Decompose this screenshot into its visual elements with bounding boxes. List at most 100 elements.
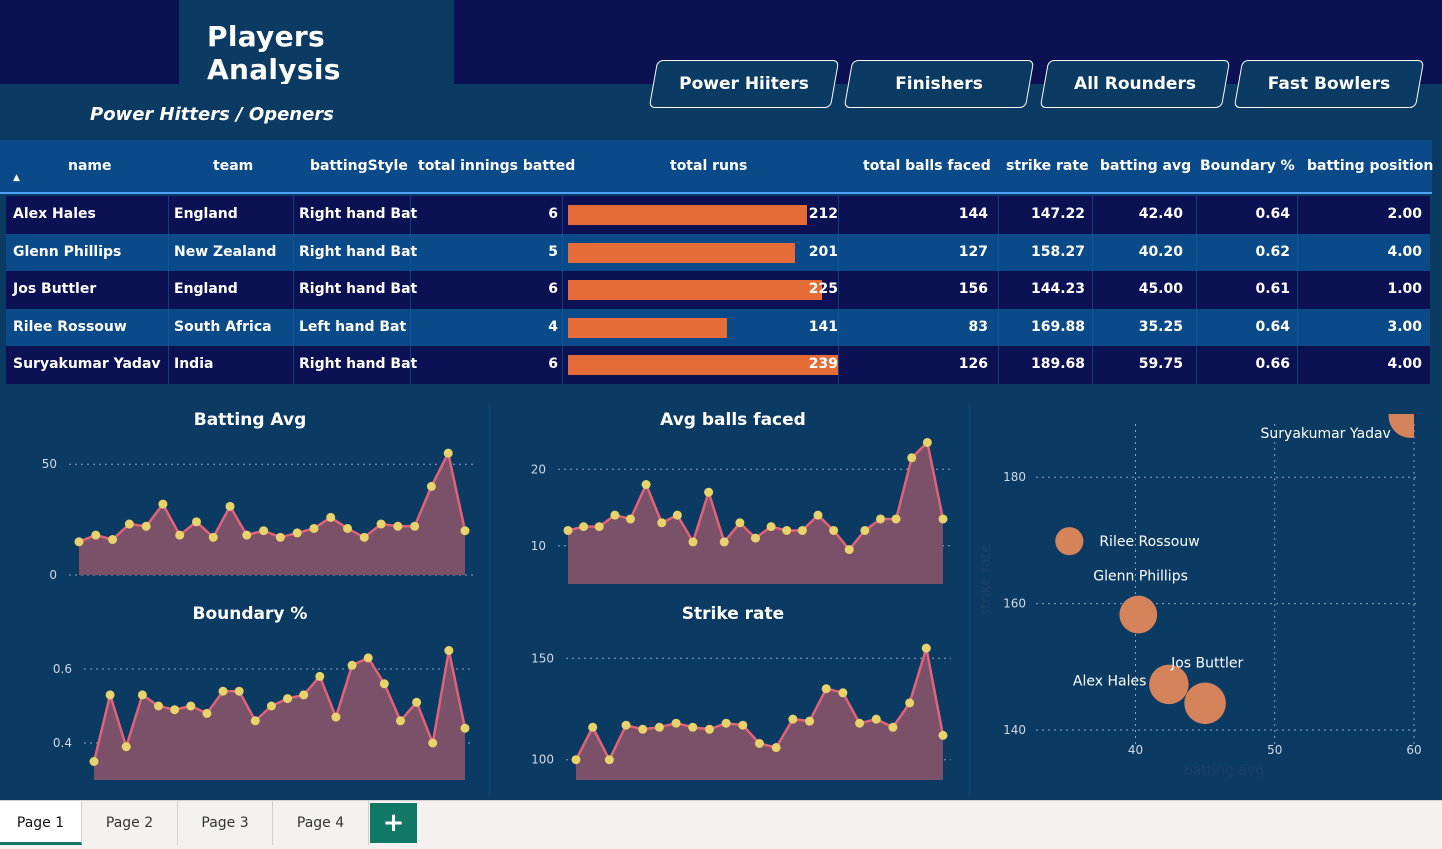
data-point[interactable] bbox=[460, 723, 470, 733]
data-point[interactable] bbox=[275, 532, 285, 542]
data-point[interactable] bbox=[331, 712, 341, 722]
tab-page-4[interactable]: Page 4 bbox=[273, 801, 369, 845]
data-point[interactable] bbox=[208, 532, 218, 542]
col-balls[interactable]: total balls faced bbox=[863, 158, 991, 174]
data-point[interactable] bbox=[844, 545, 854, 555]
col-strike-rate[interactable]: strike rate bbox=[1006, 158, 1089, 174]
tab-page-1[interactable]: Page 1 bbox=[0, 801, 82, 845]
data-point[interactable] bbox=[91, 530, 101, 540]
data-point[interactable] bbox=[186, 701, 196, 711]
add-page-button[interactable]: + bbox=[370, 803, 417, 843]
data-point[interactable] bbox=[738, 720, 748, 730]
bubble[interactable] bbox=[1388, 404, 1433, 438]
data-point[interactable] bbox=[797, 525, 807, 535]
data-point[interactable] bbox=[175, 530, 185, 540]
data-point[interactable] bbox=[460, 526, 470, 536]
data-point[interactable] bbox=[242, 530, 252, 540]
data-point[interactable] bbox=[292, 528, 302, 538]
col-innings[interactable]: total innings batted bbox=[418, 158, 575, 174]
data-point[interactable] bbox=[191, 517, 201, 527]
data-point[interactable] bbox=[266, 701, 276, 711]
data-point[interactable] bbox=[688, 537, 698, 547]
data-point[interactable] bbox=[755, 738, 764, 748]
data-point[interactable] bbox=[671, 718, 681, 728]
data-point[interactable] bbox=[938, 730, 948, 740]
data-point[interactable] bbox=[813, 510, 823, 520]
data-point[interactable] bbox=[412, 697, 422, 707]
data-point[interactable] bbox=[141, 521, 151, 531]
data-point[interactable] bbox=[821, 684, 831, 694]
data-point[interactable] bbox=[225, 501, 235, 511]
data-point[interactable] bbox=[428, 738, 438, 748]
data-point[interactable] bbox=[347, 660, 357, 670]
data-point[interactable] bbox=[234, 686, 244, 696]
data-point[interactable] bbox=[74, 537, 84, 547]
data-point[interactable] bbox=[610, 510, 620, 520]
data-point[interactable] bbox=[299, 690, 309, 700]
col-batting-avg[interactable]: batting avg bbox=[1100, 158, 1191, 174]
fast-bowlers-button[interactable]: Fast Bowlers bbox=[1233, 60, 1425, 108]
data-point[interactable] bbox=[766, 522, 776, 532]
data-point[interactable] bbox=[343, 523, 353, 533]
data-point[interactable] bbox=[563, 525, 573, 535]
data-point[interactable] bbox=[326, 512, 336, 522]
data-point[interactable] bbox=[202, 708, 212, 718]
data-point[interactable] bbox=[621, 720, 631, 730]
data-point[interactable] bbox=[641, 480, 651, 490]
data-point[interactable] bbox=[782, 525, 792, 535]
bubble[interactable] bbox=[1184, 682, 1226, 725]
data-point[interactable] bbox=[158, 499, 168, 509]
data-point[interactable] bbox=[721, 718, 731, 728]
data-point[interactable] bbox=[638, 724, 648, 734]
data-point[interactable] bbox=[376, 519, 386, 529]
data-point[interactable] bbox=[876, 514, 885, 524]
data-point[interactable] bbox=[938, 514, 948, 524]
table-row[interactable]: Suryakumar Yadav India Right hand Bat 6 126 1… bbox=[6, 346, 1430, 384]
data-point[interactable] bbox=[771, 743, 781, 753]
data-point[interactable] bbox=[888, 722, 898, 732]
sort-ascending-icon[interactable]: ▲ bbox=[13, 173, 20, 183]
data-point[interactable] bbox=[604, 755, 614, 765]
data-point[interactable] bbox=[921, 643, 931, 653]
data-point[interactable] bbox=[626, 514, 635, 524]
data-point[interactable] bbox=[121, 742, 131, 752]
data-point[interactable] bbox=[871, 714, 881, 724]
data-point[interactable] bbox=[751, 533, 760, 543]
data-point[interactable] bbox=[571, 755, 581, 765]
data-point[interactable] bbox=[108, 535, 118, 545]
data-point[interactable] bbox=[891, 514, 901, 524]
data-point[interactable] bbox=[588, 722, 598, 732]
col-boundary[interactable]: Boundary % bbox=[1200, 158, 1295, 174]
data-point[interactable] bbox=[579, 522, 589, 532]
data-point[interactable] bbox=[444, 646, 454, 655]
data-point[interactable] bbox=[719, 537, 729, 547]
tab-page-2[interactable]: Page 2 bbox=[82, 801, 178, 845]
data-point[interactable] bbox=[688, 722, 698, 732]
data-point[interactable] bbox=[124, 519, 134, 529]
data-point[interactable] bbox=[379, 679, 389, 689]
data-point[interactable] bbox=[704, 487, 714, 497]
col-name[interactable]: name bbox=[68, 158, 112, 174]
data-point[interactable] bbox=[218, 686, 228, 696]
data-point[interactable] bbox=[250, 716, 260, 726]
data-point[interactable] bbox=[105, 690, 115, 700]
table-row[interactable]: Glenn Phillips New Zealand Right hand Bat 5… bbox=[6, 234, 1430, 272]
data-point[interactable] bbox=[443, 448, 453, 458]
data-point[interactable] bbox=[393, 521, 403, 531]
data-point[interactable] bbox=[395, 716, 405, 726]
data-point[interactable] bbox=[922, 437, 932, 447]
col-batting-style[interactable]: battingStyle bbox=[310, 158, 408, 174]
data-point[interactable] bbox=[704, 724, 714, 734]
data-point[interactable] bbox=[905, 698, 915, 708]
table-row[interactable]: Alex Hales England Right hand Bat 6 144 147.2… bbox=[6, 196, 1430, 234]
data-point[interactable] bbox=[855, 718, 865, 728]
table-row[interactable]: Rilee Rossouw South Africa Left hand Bat 4 8… bbox=[6, 309, 1430, 347]
data-point[interactable] bbox=[315, 671, 325, 681]
data-point[interactable] bbox=[672, 510, 682, 520]
data-point[interactable] bbox=[735, 518, 745, 528]
data-point[interactable] bbox=[594, 522, 604, 532]
data-point[interactable] bbox=[860, 525, 870, 535]
data-point[interactable] bbox=[805, 716, 815, 726]
all-rounders-button[interactable]: All Rounders bbox=[1039, 60, 1231, 108]
data-point[interactable] bbox=[170, 705, 180, 715]
